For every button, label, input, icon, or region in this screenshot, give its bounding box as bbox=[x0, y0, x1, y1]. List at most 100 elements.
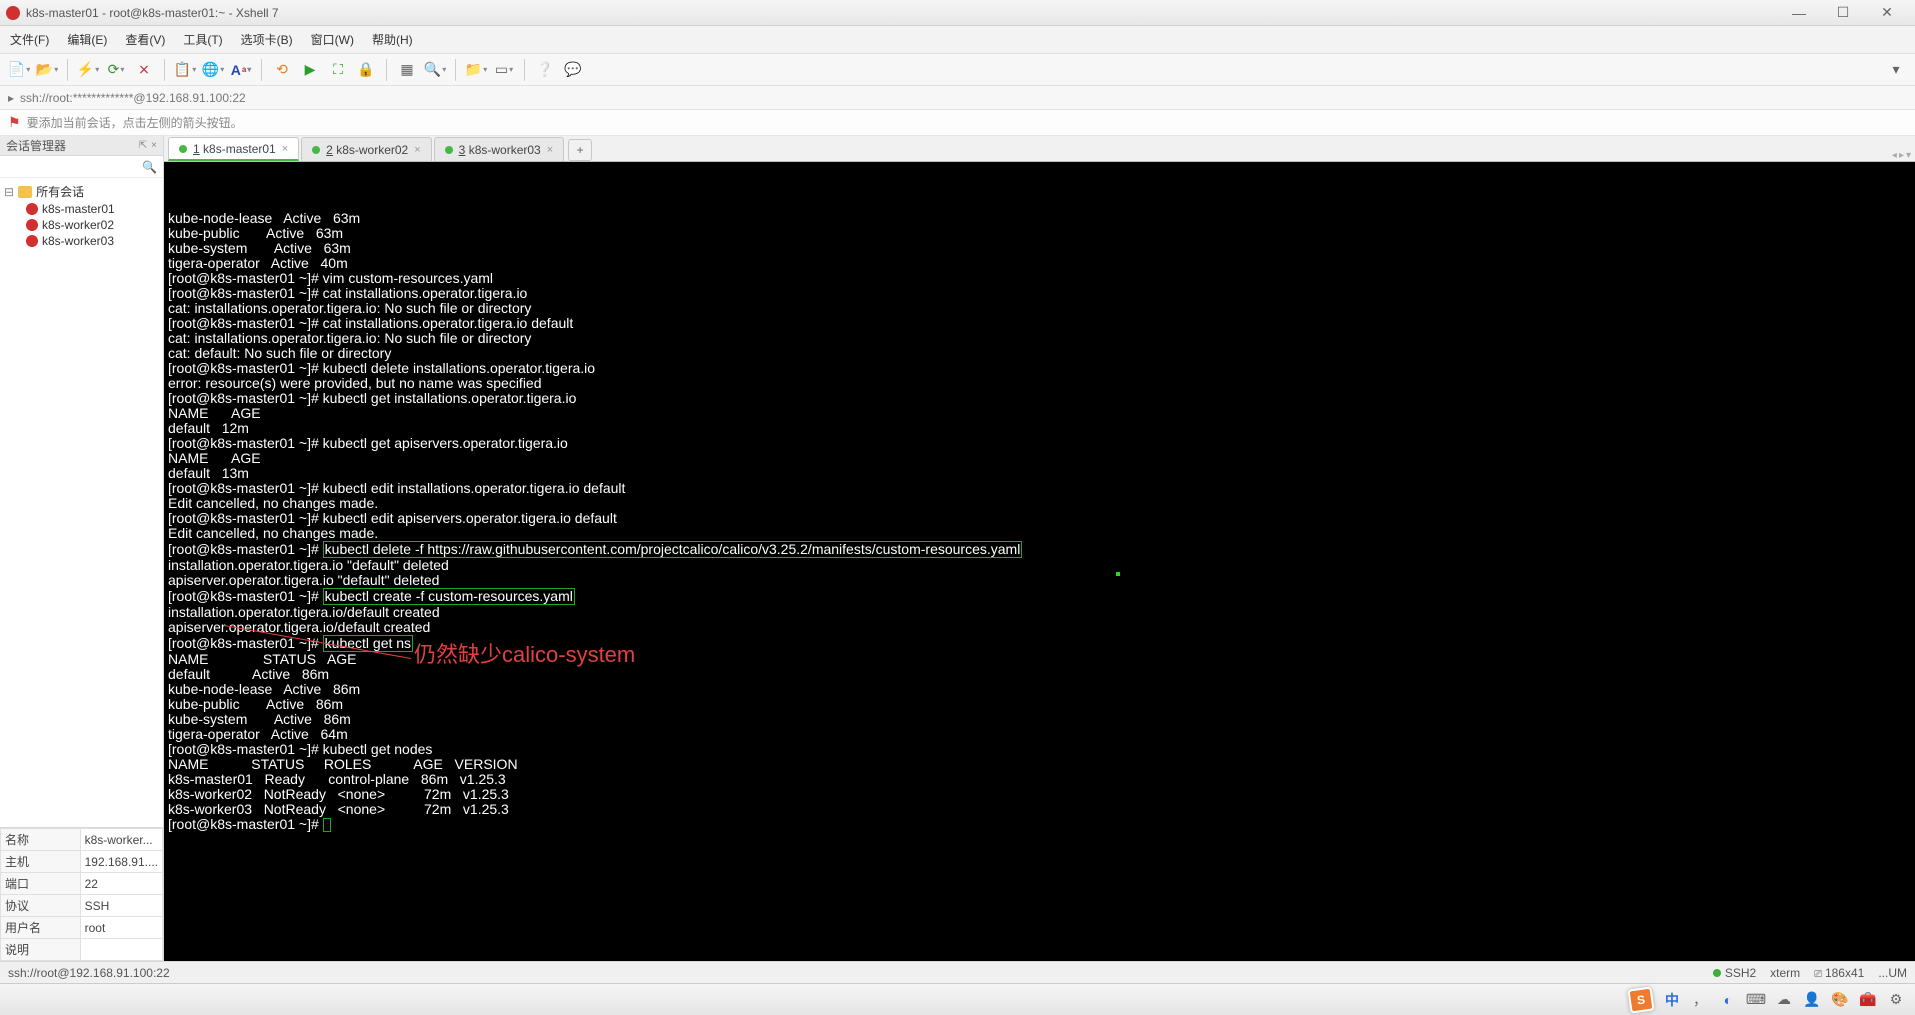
session-label: k8s-worker02 bbox=[42, 218, 114, 232]
address-text[interactable]: ssh://root:*************@192.168.91.100:… bbox=[20, 91, 246, 105]
ime-settings-icon[interactable]: ⚙ bbox=[1887, 991, 1905, 1009]
hint-bar: ⚑ 要添加当前会话，点击左侧的箭头按钮。 bbox=[0, 110, 1915, 136]
session-manager-label: 会话管理器 bbox=[6, 137, 66, 154]
window-title: k8s-master01 - root@k8s-master01:~ - Xsh… bbox=[26, 6, 1777, 20]
session-item-worker03[interactable]: k8s-worker03 bbox=[2, 233, 161, 249]
app-icon bbox=[6, 6, 20, 20]
ime-keyboard-icon[interactable]: ⌨ bbox=[1747, 991, 1765, 1009]
menu-window[interactable]: 窗口(W) bbox=[311, 31, 354, 48]
maximize-button[interactable]: ☐ bbox=[1821, 4, 1865, 22]
menu-edit[interactable]: 编辑(E) bbox=[67, 31, 107, 48]
paste-icon[interactable]: 📋▾ bbox=[174, 59, 196, 81]
fullscreen-icon[interactable]: ⛶ bbox=[327, 59, 349, 81]
status-ssh: SSH2 bbox=[1725, 966, 1756, 980]
flag-icon: ⚑ bbox=[8, 114, 21, 131]
tab-next-icon[interactable]: ▸ bbox=[1899, 150, 1904, 161]
search-icon[interactable]: 🔍▾ bbox=[424, 59, 446, 81]
open-icon[interactable]: 📂▾ bbox=[36, 59, 58, 81]
window-titlebar: k8s-master01 - root@k8s-master01:~ - Xsh… bbox=[0, 0, 1915, 26]
tab-prev-icon[interactable]: ◂ bbox=[1892, 150, 1897, 161]
ime-punct-icon[interactable]: ， bbox=[1691, 991, 1709, 1009]
panel-close-icon[interactable]: × bbox=[151, 140, 157, 151]
tree-root-label: 所有会话 bbox=[36, 183, 84, 200]
separator bbox=[261, 59, 262, 81]
address-bar: ▸ ssh://root:*************@192.168.91.10… bbox=[0, 86, 1915, 110]
separator bbox=[386, 59, 387, 81]
ime-cloud-icon[interactable]: ☁ bbox=[1775, 991, 1793, 1009]
workspace: 会话管理器 ⇱ × 🔍 ⊟ 所有会话 k8s-master01 k8s-worke… bbox=[0, 136, 1915, 961]
tab-close-icon[interactable]: × bbox=[414, 144, 420, 156]
globe-icon[interactable]: 🌐▾ bbox=[202, 59, 224, 81]
session-search[interactable]: 🔍 bbox=[0, 156, 163, 178]
session-item-worker02[interactable]: k8s-worker02 bbox=[2, 217, 161, 233]
tab-close-icon[interactable]: × bbox=[282, 143, 288, 155]
ime-full-icon[interactable]: ◐ bbox=[1719, 991, 1737, 1009]
tab-master01[interactable]: 1 k8s-master01 × bbox=[168, 137, 299, 161]
lock-icon[interactable]: 🔒 bbox=[355, 59, 377, 81]
status-dot-icon bbox=[179, 145, 187, 153]
session-item-master01[interactable]: k8s-master01 bbox=[2, 201, 161, 217]
session-manager-title: 会话管理器 ⇱ × bbox=[0, 136, 163, 156]
tab-hotkey: 1 bbox=[193, 142, 200, 156]
reconnect-icon[interactable]: ⟳▾ bbox=[105, 59, 127, 81]
tab-strip: 1 k8s-master01 × 2 k8s-worker02 × 3 k8s-… bbox=[164, 136, 1915, 162]
tab-nav: ◂ ▸ ▾ bbox=[1892, 150, 1915, 161]
refresh-icon[interactable]: ⟲ bbox=[271, 59, 293, 81]
session-label: k8s-master01 bbox=[42, 202, 115, 216]
system-tray: S 中 ， ◐ ⌨ ☁ 👤 🎨 🧰 ⚙ bbox=[0, 983, 1915, 1015]
host-icon bbox=[26, 219, 38, 231]
new-tab-button[interactable]: + bbox=[568, 139, 592, 161]
address-expand-icon[interactable]: ▸ bbox=[8, 91, 14, 105]
tab-worker02[interactable]: 2 k8s-worker02 × bbox=[301, 137, 432, 161]
tab-worker03[interactable]: 3 k8s-worker03 × bbox=[434, 137, 565, 161]
disconnect-icon[interactable]: ⨯ bbox=[133, 59, 155, 81]
menu-view[interactable]: 查看(V) bbox=[125, 31, 165, 48]
menu-file[interactable]: 文件(F) bbox=[10, 31, 49, 48]
folder-icon[interactable]: 📁▾ bbox=[465, 59, 487, 81]
folder-icon bbox=[18, 186, 32, 198]
font-icon[interactable]: Aa▾ bbox=[230, 59, 252, 81]
session-properties: 名称k8s-worker... 主机192.168.91.... 端口22 协议… bbox=[0, 827, 163, 961]
tab-list-icon[interactable]: ▾ bbox=[1906, 150, 1911, 161]
ime-lang-icon[interactable]: 中 bbox=[1663, 991, 1681, 1009]
separator bbox=[524, 59, 525, 81]
ime-skin-icon[interactable]: 🎨 bbox=[1831, 991, 1849, 1009]
tab-label: k8s-worker02 bbox=[336, 143, 408, 157]
status-misc: ...UM bbox=[1878, 966, 1907, 980]
tab-hotkey: 3 bbox=[459, 143, 466, 157]
prop-row: 用户名root bbox=[1, 917, 163, 939]
host-icon bbox=[26, 203, 38, 215]
calendar-icon[interactable]: ▦ bbox=[396, 59, 418, 81]
close-button[interactable]: ✕ bbox=[1865, 4, 1909, 22]
separator bbox=[164, 59, 165, 81]
sogou-ime-icon[interactable]: S bbox=[1627, 986, 1654, 1013]
menu-tools[interactable]: 工具(T) bbox=[183, 31, 222, 48]
play-icon[interactable]: ▶ bbox=[299, 59, 321, 81]
chat-icon[interactable]: 💬 bbox=[562, 59, 584, 81]
menu-help[interactable]: 帮助(H) bbox=[372, 31, 413, 48]
new-session-icon[interactable]: 📄▾ bbox=[8, 59, 30, 81]
ime-user-icon[interactable]: 👤 bbox=[1803, 991, 1821, 1009]
tree-root[interactable]: ⊟ 所有会话 bbox=[2, 182, 161, 201]
quick-connect-icon[interactable]: ⚡▾ bbox=[77, 59, 99, 81]
help-icon[interactable]: ❔ bbox=[534, 59, 556, 81]
collapse-icon[interactable]: ⊟ bbox=[4, 185, 14, 199]
pin-icon[interactable]: ⇱ bbox=[139, 140, 147, 151]
prop-row: 说明 bbox=[1, 939, 163, 961]
layout-icon[interactable]: ▭▾ bbox=[493, 59, 515, 81]
session-tree: ⊟ 所有会话 k8s-master01 k8s-worker02 k8s-wor… bbox=[0, 178, 163, 827]
main-area: 1 k8s-master01 × 2 k8s-worker02 × 3 k8s-… bbox=[164, 136, 1915, 961]
terminal[interactable]: kube-node-lease Active 63mkube-public Ac… bbox=[164, 162, 1915, 961]
minimize-button[interactable]: — bbox=[1777, 4, 1821, 22]
tab-close-icon[interactable]: × bbox=[547, 144, 553, 156]
session-label: k8s-worker03 bbox=[42, 234, 114, 248]
tab-label: k8s-worker03 bbox=[469, 143, 541, 157]
ime-toolbox-icon[interactable]: 🧰 bbox=[1859, 991, 1877, 1009]
session-manager-panel: 会话管理器 ⇱ × 🔍 ⊟ 所有会话 k8s-master01 k8s-worke… bbox=[0, 136, 164, 961]
status-term: xterm bbox=[1770, 966, 1800, 980]
menu-bar: 文件(F) 编辑(E) 查看(V) 工具(T) 选项卡(B) 窗口(W) 帮助(… bbox=[0, 26, 1915, 54]
menu-tabs[interactable]: 选项卡(B) bbox=[241, 31, 293, 48]
prop-row: 名称k8s-worker... bbox=[1, 829, 163, 851]
toolbar-overflow-icon[interactable]: ▾ bbox=[1885, 59, 1907, 81]
status-size: ⎚ 186x41 bbox=[1814, 966, 1864, 980]
